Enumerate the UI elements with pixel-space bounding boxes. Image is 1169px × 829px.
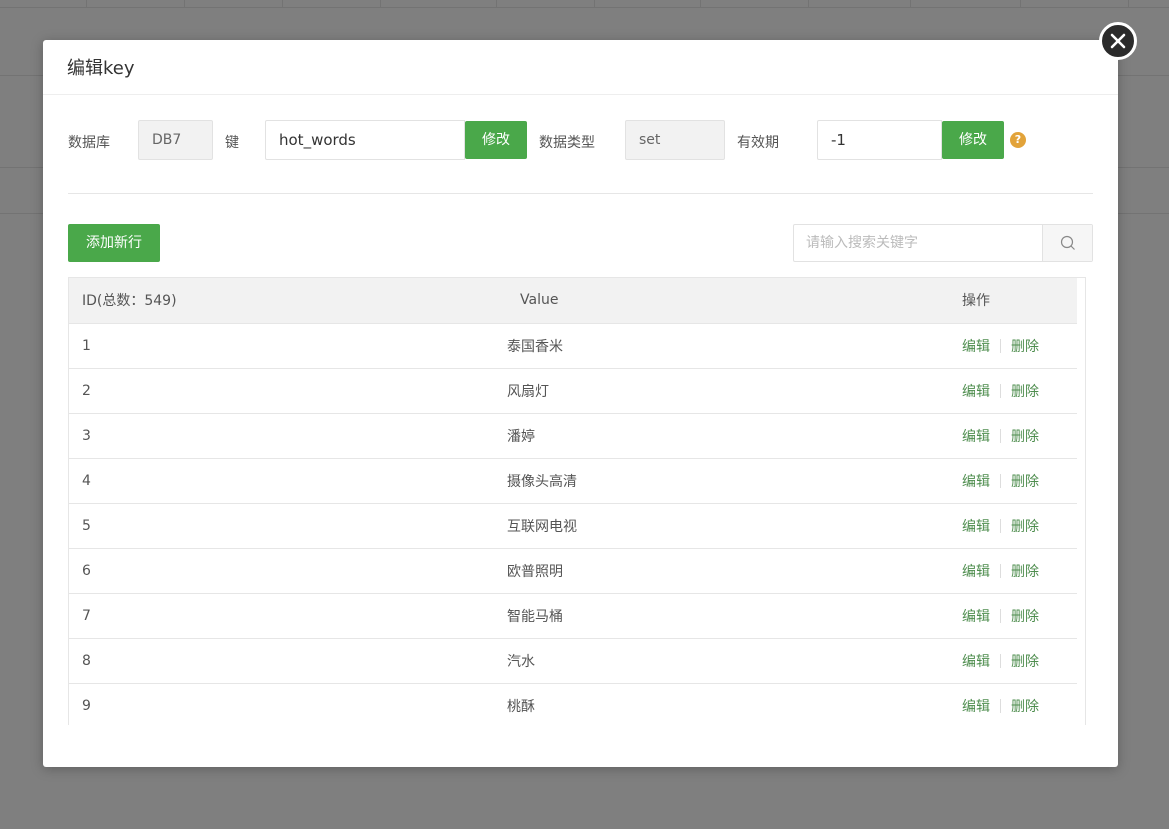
key-label: 键 bbox=[225, 135, 239, 151]
edit-link[interactable]: 编辑 bbox=[962, 564, 990, 580]
edit-link[interactable]: 编辑 bbox=[962, 384, 990, 400]
data-type-field: set bbox=[625, 120, 725, 160]
action-separator bbox=[1000, 383, 1001, 398]
row-value: 汽水 bbox=[507, 653, 535, 670]
edit-link[interactable]: 编辑 bbox=[962, 609, 990, 625]
close-icon bbox=[1110, 33, 1126, 49]
row-actions: 编辑 删除 bbox=[962, 638, 1077, 683]
database-label: 数据库 bbox=[68, 135, 110, 151]
row-id: 5 bbox=[82, 517, 91, 534]
table-row: 3 潘婷 编辑 删除 bbox=[69, 413, 1077, 458]
row-actions: 编辑 删除 bbox=[962, 368, 1077, 413]
row-value: 风扇灯 bbox=[507, 383, 549, 400]
table-row: 7 智能马桶 编辑 删除 bbox=[69, 593, 1077, 638]
edit-link[interactable]: 编辑 bbox=[962, 654, 990, 670]
edit-link[interactable]: 编辑 bbox=[962, 339, 990, 355]
table-row: 8 汽水 编辑 删除 bbox=[69, 638, 1077, 683]
table-row: 9 桃酥 编辑 删除 bbox=[69, 683, 1077, 725]
action-separator bbox=[1000, 428, 1001, 443]
row-value: 潘婷 bbox=[507, 428, 535, 445]
search-input[interactable]: 请输入搜索关键字 bbox=[794, 225, 1042, 261]
row-id: 9 bbox=[82, 697, 91, 714]
row-id: 4 bbox=[82, 472, 91, 489]
table-row: 6 欧普照明 编辑 删除 bbox=[69, 548, 1077, 593]
delete-link[interactable]: 删除 bbox=[1011, 699, 1039, 715]
row-actions: 编辑 删除 bbox=[962, 548, 1077, 593]
row-value: 泰国香米 bbox=[507, 338, 563, 355]
table-row: 5 互联网电视 编辑 删除 bbox=[69, 503, 1077, 548]
edit-link[interactable]: 编辑 bbox=[962, 474, 990, 490]
database-field: DB7 bbox=[138, 120, 213, 160]
column-header-actions: 操作 bbox=[962, 293, 990, 310]
modal-header: 编辑key bbox=[43, 40, 1118, 95]
row-value: 互联网电视 bbox=[507, 518, 577, 535]
row-id: 6 bbox=[82, 562, 91, 579]
row-actions: 编辑 删除 bbox=[962, 323, 1077, 368]
row-id: 1 bbox=[82, 337, 91, 354]
close-button[interactable] bbox=[1099, 22, 1137, 60]
ttl-label: 有效期 bbox=[737, 135, 779, 151]
row-id: 8 bbox=[82, 652, 91, 669]
column-header-value: Value bbox=[520, 292, 559, 309]
ttl-modify-button[interactable]: 修改 bbox=[942, 121, 1004, 159]
action-separator bbox=[1000, 563, 1001, 578]
row-actions: 编辑 删除 bbox=[962, 593, 1077, 638]
row-id: 7 bbox=[82, 607, 91, 624]
action-separator bbox=[1000, 338, 1001, 353]
row-value: 智能马桶 bbox=[507, 608, 563, 625]
delete-link[interactable]: 删除 bbox=[1011, 609, 1039, 625]
search-button[interactable] bbox=[1042, 225, 1092, 261]
modal-title: 编辑key bbox=[67, 58, 135, 79]
help-icon[interactable]: ? bbox=[1010, 132, 1026, 148]
key-name-input[interactable]: hot_words bbox=[265, 120, 465, 160]
row-value: 欧普照明 bbox=[507, 563, 563, 580]
delete-link[interactable]: 删除 bbox=[1011, 339, 1039, 355]
value-table: ID(总数：549) Value 操作 1 泰国香米 编辑 删除 2 风扇灯 编辑 删除 3 潘婷… bbox=[69, 278, 1077, 725]
row-id: 3 bbox=[82, 427, 91, 444]
delete-link[interactable]: 删除 bbox=[1011, 384, 1039, 400]
row-actions: 编辑 删除 bbox=[962, 503, 1077, 548]
delete-link[interactable]: 删除 bbox=[1011, 474, 1039, 490]
delete-link[interactable]: 删除 bbox=[1011, 564, 1039, 580]
row-actions: 编辑 删除 bbox=[962, 683, 1077, 725]
row-id: 2 bbox=[82, 382, 91, 399]
delete-link[interactable]: 删除 bbox=[1011, 519, 1039, 535]
search-icon bbox=[1060, 235, 1075, 250]
row-value: 摄像头高清 bbox=[507, 473, 577, 490]
add-row-button[interactable]: 添加新行 bbox=[68, 224, 160, 262]
delete-link[interactable]: 删除 bbox=[1011, 429, 1039, 445]
edit-link[interactable]: 编辑 bbox=[962, 519, 990, 535]
ttl-input[interactable]: -1 bbox=[817, 120, 942, 160]
search-box: 请输入搜索关键字 bbox=[793, 224, 1093, 262]
action-separator bbox=[1000, 698, 1001, 713]
table-row: 2 风扇灯 编辑 删除 bbox=[69, 368, 1077, 413]
value-table-container[interactable]: ID(总数：549) Value 操作 1 泰国香米 编辑 删除 2 风扇灯 编辑 删除 3 潘婷… bbox=[68, 277, 1086, 725]
action-separator bbox=[1000, 653, 1001, 668]
data-type-label: 数据类型 bbox=[539, 135, 595, 151]
edit-link[interactable]: 编辑 bbox=[962, 429, 990, 445]
row-actions: 编辑 删除 bbox=[962, 413, 1077, 458]
table-row: 1 泰国香米 编辑 删除 bbox=[69, 323, 1077, 368]
divider bbox=[68, 193, 1093, 194]
table-header-row: ID(总数：549) Value 操作 bbox=[69, 278, 1077, 323]
edit-key-modal: 编辑key 数据库 DB7 键 hot_words 修改 数据类型 set 有效… bbox=[43, 40, 1118, 767]
edit-link[interactable]: 编辑 bbox=[962, 699, 990, 715]
column-header-id: ID(总数：549) bbox=[82, 293, 177, 310]
row-value: 桃酥 bbox=[507, 698, 535, 715]
action-separator bbox=[1000, 473, 1001, 488]
table-row: 4 摄像头高清 编辑 删除 bbox=[69, 458, 1077, 503]
row-actions: 编辑 删除 bbox=[962, 458, 1077, 503]
action-separator bbox=[1000, 518, 1001, 533]
delete-link[interactable]: 删除 bbox=[1011, 654, 1039, 670]
key-modify-button[interactable]: 修改 bbox=[465, 121, 527, 159]
action-separator bbox=[1000, 608, 1001, 623]
